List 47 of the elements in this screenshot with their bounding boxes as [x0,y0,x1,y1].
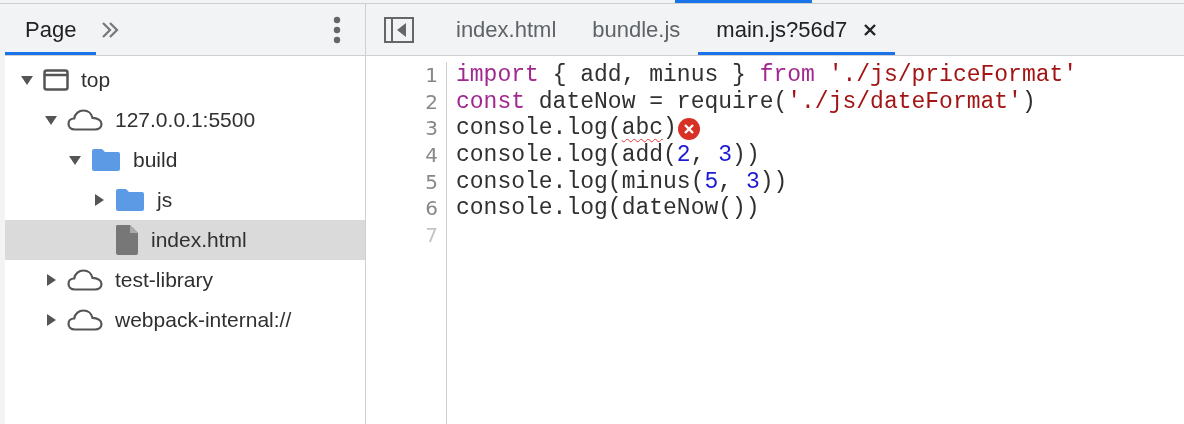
tree-item[interactable]: 127.0.0.1:5500 [5,100,365,140]
code-line: console.log(dateNow()) [456,195,760,223]
code-line: console.log(add(2, 3)) [456,142,760,169]
code-line: import { add, minus } from './js/priceFormat' [456,62,1078,89]
tree-item-label: 127.0.0.1:5500 [115,107,256,134]
file-tab[interactable]: main.js?56d7 [698,4,896,55]
line-number: 5 [425,168,438,196]
file-tab[interactable]: bundle.js [574,4,699,55]
tree-item-label: build [133,147,178,174]
line-number: 6 [425,195,438,223]
cloud-icon [67,309,103,331]
tree-item[interactable]: webpack-internal:// [5,300,365,340]
file-icon [115,225,139,255]
file-tab[interactable]: index.html [438,4,575,55]
code-line: console.log(minus(5, 3)) [456,168,788,196]
tree-item[interactable]: index.html [5,220,365,260]
close-icon[interactable] [863,22,878,37]
tree-item-label: webpack-internal:// [115,307,292,334]
tree-item[interactable]: build [5,140,365,180]
caret-right-icon[interactable] [44,313,58,327]
cloud-icon [67,109,103,131]
tree-item-label: test-library [115,267,214,294]
double-chevron-icon[interactable] [100,20,121,39]
line-number: 2 [425,88,438,116]
tree-item[interactable]: test-library [5,260,365,300]
code-line: const dateNow = require('./js/dateFormat') [456,88,1036,116]
caret-right-icon[interactable] [44,273,58,287]
code-line: console.log(abc) [456,115,677,143]
caret-down-icon[interactable] [20,73,34,87]
cloud-icon [67,269,103,291]
tree-item-label: top [81,67,111,94]
tree-item[interactable]: js [5,180,365,220]
caret-right-icon[interactable] [92,193,106,207]
line-number: 3 [425,115,438,143]
caret-down-icon[interactable] [44,113,58,127]
more-options-icon[interactable] [333,15,341,44]
window-icon [43,69,69,91]
sidebar-toggle-icon[interactable] [384,16,414,43]
tree-item-label: js [157,187,173,214]
folder-icon [115,188,145,212]
line-number: 1 [425,62,438,89]
caret-down-icon[interactable] [68,153,82,167]
line-number: 7 [425,222,438,249]
folder-icon [91,148,121,172]
tree-item[interactable]: top [5,60,365,100]
line-number: 4 [425,142,438,169]
tree-item-label: index.html [151,227,247,254]
